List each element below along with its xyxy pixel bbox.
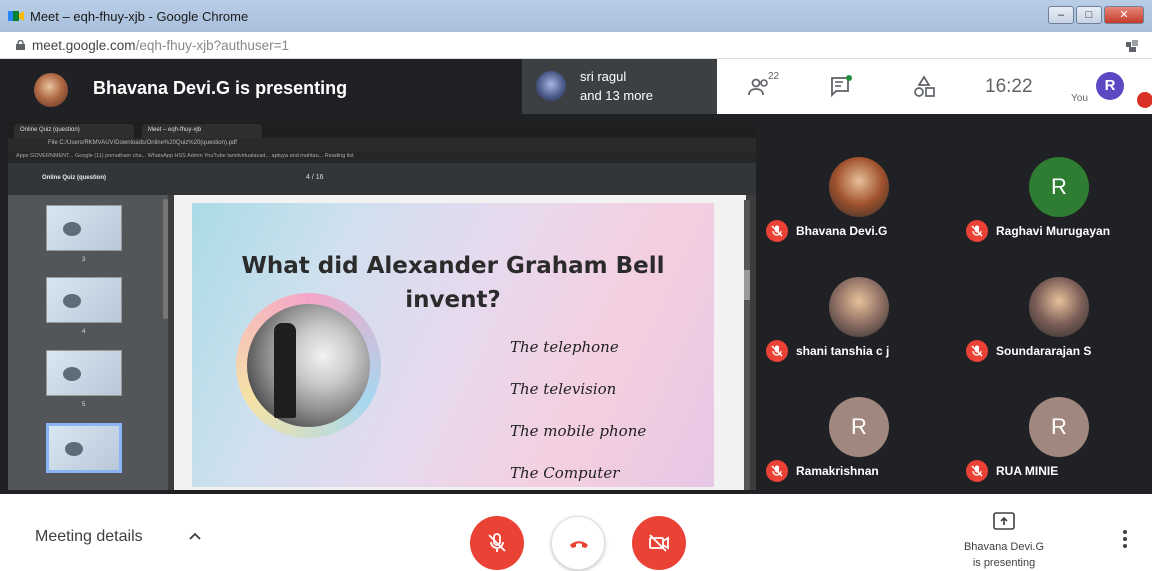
activities-icon[interactable] bbox=[912, 75, 936, 99]
shared-tab-quiz: Online Quiz (question) bbox=[14, 124, 134, 138]
participant-avatar: R bbox=[1029, 157, 1089, 217]
mic-muted-icon bbox=[966, 220, 988, 242]
thumbnail-number: 3 bbox=[82, 257, 86, 263]
presenting-indicator: Bhavana Devi.G is presenting bbox=[952, 539, 1056, 571]
url-path: /eqh-fhuy-xjb?authuser=1 bbox=[135, 38, 290, 53]
mic-muted-badge bbox=[1137, 92, 1152, 108]
chrome-title-bar: Meet – eqh-fhuy-xjb - Google Chrome – □ … bbox=[0, 0, 1152, 32]
meeting-details-button[interactable]: Meeting details bbox=[35, 528, 143, 546]
presenter-avatar bbox=[34, 73, 68, 107]
thumbnail-number: 4 bbox=[82, 329, 86, 335]
maximize-button[interactable]: □ bbox=[1076, 6, 1102, 24]
minimize-button[interactable]: – bbox=[1048, 6, 1074, 24]
pdf-toolbar: Online Quiz (question) 4 / 16 bbox=[8, 163, 756, 195]
pdf-thumbnail-panel: 3 4 5 bbox=[8, 195, 168, 490]
mic-muted-icon bbox=[766, 340, 788, 362]
pdf-thumbnail bbox=[46, 205, 122, 251]
pdf-title: Online Quiz (question) bbox=[42, 175, 106, 181]
pdf-page-indicator: 4 / 16 bbox=[306, 174, 324, 181]
present-screen-icon[interactable] bbox=[993, 512, 1015, 530]
participant-avatar bbox=[1029, 277, 1089, 337]
quiz-option: The Computer bbox=[510, 464, 620, 482]
mic-off-icon bbox=[488, 533, 506, 552]
participant-avatar: R bbox=[829, 397, 889, 457]
url-text[interactable]: meet.google.com/eqh-fhuy-xjb?authuser=1 bbox=[32, 38, 289, 53]
quiz-slide: What did Alexander Graham Bell invent? T… bbox=[192, 203, 714, 487]
leave-call-button[interactable] bbox=[551, 516, 605, 570]
shared-tab-meet: Meet – eqh-fhuy-xjb bbox=[142, 124, 262, 138]
meet-header: Bhavana Devi.G is presenting sri ragul a… bbox=[0, 59, 1152, 114]
shared-bookmarks-bar: Apps GOVERNMENT... Google (11) pomatham … bbox=[8, 151, 756, 163]
meet-header-actions: 22 16:22 You R bbox=[717, 59, 1152, 114]
pdf-thumbnail-selected bbox=[46, 423, 122, 473]
window-controls: – □ ✕ bbox=[1048, 6, 1144, 24]
participant-name: Soundararajan S bbox=[996, 344, 1092, 358]
mic-muted-icon bbox=[966, 460, 988, 482]
participant-tile[interactable]: shani tanshia c j bbox=[760, 250, 950, 370]
participant-tile[interactable]: R Ramakrishnan bbox=[760, 370, 950, 490]
scrollbar-thumb[interactable] bbox=[744, 270, 750, 300]
quiz-option: The television bbox=[510, 380, 617, 398]
chevron-up-icon[interactable] bbox=[188, 531, 202, 541]
camera-off-icon bbox=[649, 534, 669, 552]
thumbnail-number: 5 bbox=[82, 402, 86, 408]
participant-name: RUA MINIE bbox=[996, 464, 1059, 478]
participant-tile[interactable]: R Raghavi Murugayan bbox=[960, 130, 1150, 250]
thumbnail-scrollbar bbox=[163, 199, 168, 319]
url-host: meet.google.com bbox=[32, 38, 136, 53]
meet-control-bar: Meeting details Bhavana Devi.G is presen… bbox=[0, 494, 1152, 570]
lock-icon bbox=[16, 40, 25, 50]
shared-browser-tabs: Online Quiz (question) Meet – eqh-fhuy-x… bbox=[8, 122, 756, 138]
participant-name: Ramakrishnan bbox=[796, 464, 879, 478]
quiz-option: The mobile phone bbox=[510, 422, 647, 440]
people-count-badge: 22 bbox=[768, 71, 780, 82]
participant-avatar: R bbox=[1029, 397, 1089, 457]
self-avatar[interactable]: R bbox=[1096, 72, 1124, 100]
shared-address-bar: File C:/Users/RKMVAUV/Downloads/Online%2… bbox=[8, 138, 756, 151]
participant-tile[interactable]: R RUA MINIE bbox=[960, 370, 1150, 490]
meet-favicon-icon bbox=[8, 11, 24, 21]
participant-name: Raghavi Murugayan bbox=[996, 224, 1111, 238]
presenting-title: Bhavana Devi.G is presenting bbox=[93, 78, 348, 98]
mic-muted-icon bbox=[766, 220, 788, 242]
mic-toggle-button[interactable] bbox=[470, 516, 524, 570]
participant-avatar bbox=[829, 277, 889, 337]
participant-name: Bhavana Devi.G bbox=[796, 224, 888, 238]
chat-icon[interactable] bbox=[829, 75, 853, 99]
camera-toggle-button[interactable] bbox=[632, 516, 686, 570]
presenting-name: Bhavana Devi.G bbox=[963, 541, 1045, 553]
extension-icon[interactable] bbox=[1126, 40, 1138, 52]
telephone-image bbox=[274, 323, 296, 418]
address-bar[interactable]: meet.google.com/eqh-fhuy-xjb?authuser=1 bbox=[0, 32, 1152, 59]
meeting-clock: 16:22 bbox=[985, 76, 1033, 97]
mic-muted-icon bbox=[766, 460, 788, 482]
hang-up-icon bbox=[570, 541, 588, 548]
bell-photo bbox=[247, 304, 370, 427]
participant-avatar bbox=[829, 157, 889, 217]
pdf-thumbnail bbox=[46, 277, 122, 323]
more-options-icon[interactable] bbox=[1122, 528, 1128, 550]
presenting-status: is presenting bbox=[972, 557, 1036, 569]
participant-tile[interactable]: Bhavana Devi.G bbox=[760, 130, 950, 250]
window-title: Meet – eqh-fhuy-xjb - Google Chrome bbox=[30, 9, 249, 24]
quiz-option: The telephone bbox=[510, 338, 619, 356]
slide-question-line1: What did Alexander Graham Bell bbox=[241, 253, 665, 279]
other-participants-chip[interactable]: sri ragul and 13 more bbox=[522, 59, 717, 114]
you-label: You bbox=[1071, 93, 1088, 104]
pdf-thumbnail bbox=[46, 350, 122, 396]
others-name: sri ragul bbox=[580, 69, 627, 84]
mic-muted-icon bbox=[966, 340, 988, 362]
participant-avatar bbox=[536, 71, 566, 101]
close-window-button[interactable]: ✕ bbox=[1104, 6, 1144, 24]
others-count: and 13 more bbox=[580, 88, 653, 103]
page-scrollbar[interactable] bbox=[744, 200, 750, 490]
participant-name: shani tanshia c j bbox=[796, 344, 890, 358]
participant-tile[interactable]: Soundararajan S bbox=[960, 250, 1150, 370]
